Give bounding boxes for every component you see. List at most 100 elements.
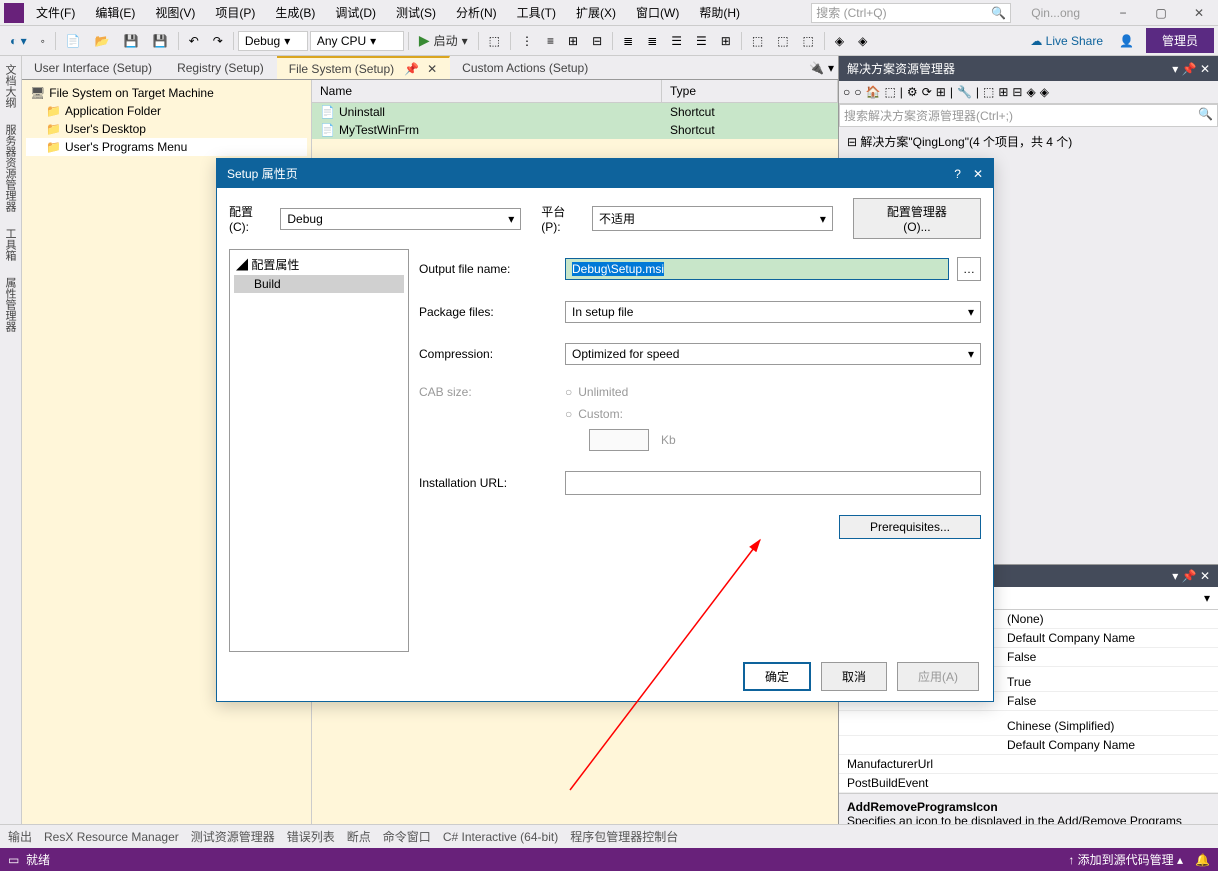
tb-icon-7[interactable]: ≣ <box>641 32 663 50</box>
btab-error-list[interactable]: 错误列表 <box>287 828 335 845</box>
tb-icon-8[interactable]: ☰ <box>665 32 688 50</box>
fs-programs-menu[interactable]: 📁User's Programs Menu <box>26 138 307 156</box>
btab-csharp-interactive[interactable]: C# Interactive (64-bit) <box>443 830 558 844</box>
output-filename-input[interactable]: Debug\Setup.msi <box>565 258 949 280</box>
fs-row-uninstall[interactable]: 📄Uninstall Shortcut <box>312 103 838 121</box>
props-row[interactable]: ManufacturerUrl <box>839 755 1218 774</box>
save-all-button[interactable]: 💾 <box>147 32 174 50</box>
undo-button[interactable]: ↶ <box>183 32 205 50</box>
menu-project[interactable]: 项目(P) <box>211 2 259 23</box>
tab-plug-icon[interactable]: 🔌 <box>809 61 824 75</box>
sol-tb-3[interactable]: 🏠 <box>866 85 881 99</box>
platform-dropdown[interactable]: Any CPU▾ <box>310 31 404 51</box>
col-name[interactable]: Name <box>312 80 662 102</box>
dialog-help-icon[interactable]: ? <box>954 167 961 181</box>
tab-filesystem-setup[interactable]: File System (Setup)📌✕ <box>277 56 450 79</box>
tb-icon-11[interactable]: ⬚ <box>746 32 769 50</box>
menu-view[interactable]: 视图(V) <box>151 2 199 23</box>
sol-tb-7[interactable]: ⊞ <box>936 85 946 99</box>
tb-icon-9[interactable]: ☰ <box>690 32 713 50</box>
btab-test-explorer[interactable]: 测试资源管理器 <box>191 828 275 845</box>
sol-tb-10[interactable]: ⊞ <box>998 85 1008 99</box>
tree-item-build[interactable]: Build <box>234 275 404 293</box>
install-url-input[interactable] <box>565 471 981 495</box>
sol-tb-1[interactable]: ○ <box>843 85 850 99</box>
cancel-button[interactable]: 取消 <box>821 662 887 691</box>
config-combo[interactable]: Debug▾ <box>280 208 521 230</box>
tb-icon-2[interactable]: ⋮ <box>515 32 539 50</box>
sol-search[interactable]: 搜索解决方案资源管理器(Ctrl+;)🔍 <box>839 104 1218 127</box>
tab-dropdown-icon[interactable]: ▾ <box>828 61 834 75</box>
sol-dropdown-icon[interactable]: ▾ <box>1172 62 1178 76</box>
sol-tb-13[interactable]: ◈ <box>1040 85 1049 99</box>
btab-resx[interactable]: ResX Resource Manager <box>44 830 179 844</box>
props-pin-icon[interactable]: 📌 <box>1182 569 1197 583</box>
open-button[interactable]: 📂 <box>89 32 116 50</box>
tb-icon-5[interactable]: ⊟ <box>586 32 608 50</box>
minimize-button[interactable]: − <box>1108 3 1138 23</box>
maximize-button[interactable]: ▢ <box>1146 3 1176 23</box>
tb-icon-15[interactable]: ◈ <box>852 32 873 50</box>
close-tab-icon[interactable]: ✕ <box>427 62 437 76</box>
notifications-icon[interactable]: 🔔 <box>1195 853 1210 867</box>
sol-tb-11[interactable]: ⊟ <box>1012 85 1022 99</box>
fs-desktop[interactable]: 📁User's Desktop <box>26 120 307 138</box>
sol-pin-icon[interactable]: 📌 <box>1182 62 1197 76</box>
fs-app-folder[interactable]: 📁Application Folder <box>26 102 307 120</box>
pin-icon[interactable]: 📌 <box>404 62 419 76</box>
sol-tb-8[interactable]: 🔧 <box>957 85 972 99</box>
vtab-server-explorer[interactable]: 服务器资源管理器 <box>0 116 20 220</box>
props-dropdown-icon[interactable]: ▾ <box>1172 569 1178 583</box>
source-control-button[interactable]: ↑ 添加到源代码管理 ▴ <box>1068 851 1183 868</box>
config-dropdown[interactable]: Debug▾ <box>238 31 308 51</box>
search-box[interactable]: 搜索 (Ctrl+Q) 🔍 <box>811 3 1011 23</box>
tree-cat-config[interactable]: ◢ 配置属性 <box>234 254 404 275</box>
menu-debug[interactable]: 调试(D) <box>331 2 380 23</box>
menu-tools[interactable]: 工具(T) <box>513 2 560 23</box>
fs-row-mytest[interactable]: 📄MyTestWinFrm Shortcut <box>312 121 838 139</box>
btab-pkg-mgr[interactable]: 程序包管理器控制台 <box>570 828 678 845</box>
props-row[interactable]: PostBuildEvent <box>839 774 1218 793</box>
btab-breakpoints[interactable]: 断点 <box>347 828 371 845</box>
sol-tb-9[interactable]: ⬚ <box>983 85 994 99</box>
sol-root[interactable]: ⊟ 解决方案"QingLong"(4 个项目，共 4 个) <box>843 131 1214 152</box>
menu-help[interactable]: 帮助(H) <box>695 2 744 23</box>
user-icon[interactable]: 👤 <box>1113 32 1140 50</box>
tab-custom-actions[interactable]: Custom Actions (Setup) <box>450 56 601 79</box>
tab-registry-setup[interactable]: Registry (Setup) <box>165 56 277 79</box>
col-type[interactable]: Type <box>662 80 838 102</box>
redo-button[interactable]: ↷ <box>207 32 229 50</box>
dialog-close-icon[interactable]: ✕ <box>973 167 983 181</box>
menu-build[interactable]: 生成(B) <box>271 2 319 23</box>
nav-fwd-button[interactable]: ◦ <box>35 32 51 50</box>
sol-close-icon[interactable]: ✕ <box>1200 62 1210 76</box>
sol-tb-2[interactable]: ○ <box>854 85 861 99</box>
props-row[interactable]: Chinese (Simplified) <box>839 711 1218 736</box>
dialog-titlebar[interactable]: Setup 属性页 ? ✕ <box>217 159 993 188</box>
new-button[interactable]: 📄 <box>60 32 87 50</box>
tb-icon-10[interactable]: ⊞ <box>715 32 737 50</box>
tab-ui-setup[interactable]: User Interface (Setup) <box>22 56 165 79</box>
close-button[interactable]: ✕ <box>1184 3 1214 23</box>
vtab-toolbox[interactable]: 工具箱 <box>0 220 20 269</box>
tb-icon-12[interactable]: ⬚ <box>771 32 794 50</box>
tb-icon-14[interactable]: ◈ <box>829 32 850 50</box>
start-button[interactable]: ▶启动▾ <box>413 30 474 51</box>
fs-root[interactable]: 🖥File System on Target Machine <box>26 84 307 102</box>
menu-file[interactable]: 文件(F) <box>32 2 79 23</box>
vtab-props-mgr[interactable]: 属性管理器 <box>0 269 20 340</box>
menu-test[interactable]: 测试(S) <box>392 2 440 23</box>
tb-icon-13[interactable]: ⬚ <box>797 32 820 50</box>
menu-window[interactable]: 窗口(W) <box>632 2 683 23</box>
vtab-doc-outline[interactable]: 文档大纲 <box>0 56 20 116</box>
sol-tb-6[interactable]: ⟳ <box>922 85 932 99</box>
platform-combo[interactable]: 不适用▾ <box>592 206 833 231</box>
props-close-icon[interactable]: ✕ <box>1200 569 1210 583</box>
ok-button[interactable]: 确定 <box>743 662 811 691</box>
browse-button[interactable]: … <box>957 257 981 281</box>
menu-extensions[interactable]: 扩展(X) <box>572 2 620 23</box>
props-row[interactable]: Default Company Name <box>839 736 1218 755</box>
compression-combo[interactable]: Optimized for speed▾ <box>565 343 981 365</box>
package-files-combo[interactable]: In setup file▾ <box>565 301 981 323</box>
prerequisites-button[interactable]: Prerequisites... <box>839 515 981 539</box>
